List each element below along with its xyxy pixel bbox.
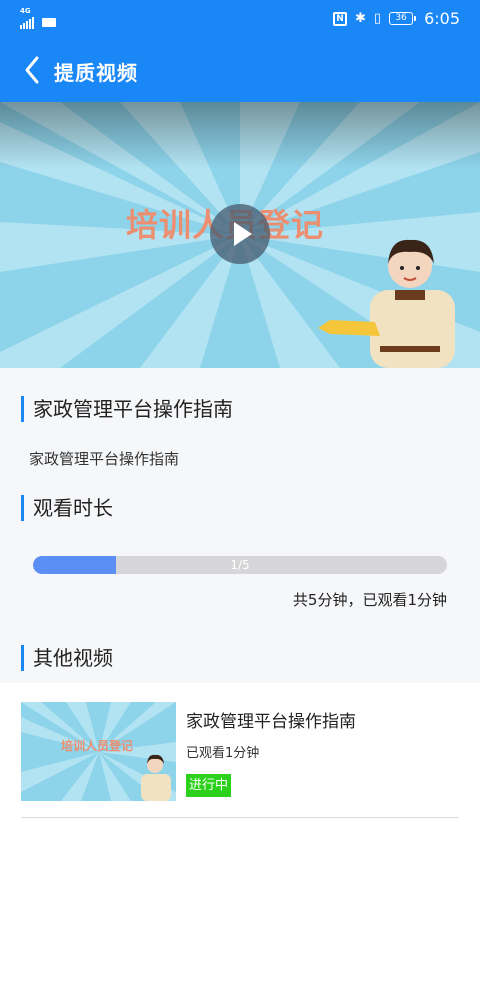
- page-title: 提质视频: [54, 61, 138, 85]
- video-thumbnail[interactable]: 培训人员登记: [21, 702, 176, 801]
- hotspot-icon: [42, 18, 56, 27]
- play-button[interactable]: [210, 204, 270, 264]
- other-videos-heading: 其他视频: [21, 645, 113, 671]
- video-player[interactable]: 培训人员登记: [0, 102, 480, 368]
- watch-duration-heading: 观看时长: [21, 495, 113, 521]
- network-type: 4G: [20, 7, 31, 15]
- video-thumbnail-text: 培训人员登记: [61, 739, 134, 753]
- course-description: 家政管理平台操作指南: [29, 450, 180, 468]
- status-bar: 4G N ✱ ▯ 36 6:05: [0, 0, 480, 38]
- app-bar: 4G N ✱ ▯ 36 6:05 提质视频: [0, 0, 480, 102]
- battery-icon: 36: [389, 12, 417, 25]
- watch-progress-label: 1/5: [230, 558, 250, 572]
- course-title: 家政管理平台操作指南: [21, 396, 233, 422]
- header: 提质视频: [0, 38, 480, 102]
- vibrate-icon: ▯: [373, 10, 382, 26]
- chevron-left-icon[interactable]: [20, 54, 46, 86]
- status-badge: 进行中: [186, 774, 232, 797]
- list-item[interactable]: 培训人员登记 家政管理平台操作指南 已观看1分钟 进行中: [21, 702, 459, 818]
- signal-icon: [20, 15, 34, 29]
- nfc-icon: N: [333, 11, 347, 26]
- list-item-title[interactable]: 家政管理平台操作指南: [186, 707, 356, 732]
- watch-progress-caption: 共5分钟，已观看1分钟: [292, 591, 447, 609]
- watch-progress-bar: 1/5: [33, 556, 447, 574]
- bluetooth-icon: ✱: [355, 10, 366, 26]
- clock: 6:05: [424, 9, 460, 28]
- list-item-watched: 已观看1分钟: [186, 746, 260, 761]
- play-icon: [234, 222, 252, 246]
- battery-level: 36: [389, 12, 414, 25]
